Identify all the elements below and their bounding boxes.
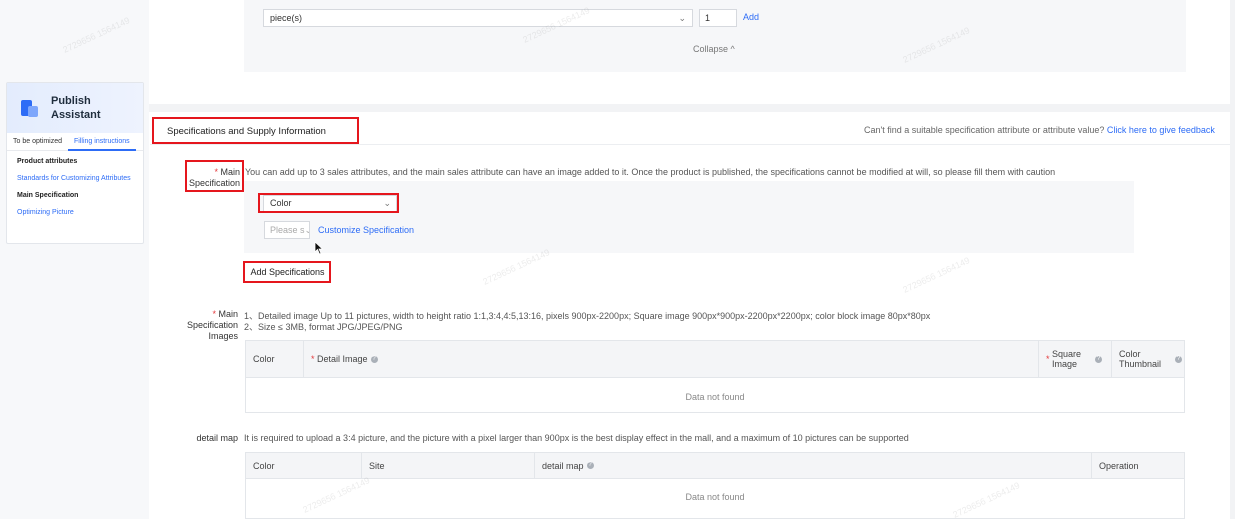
table-header: Color Site detail map? Operation <box>246 453 1184 479</box>
publish-assistant-panel: Publish Assistant To be optimized Fillin… <box>6 82 144 244</box>
unit-select-value: piece(s) <box>270 13 303 23</box>
tab-filling-instructions[interactable]: Filling instructions <box>68 133 136 151</box>
assistant-item-optimizing-picture[interactable]: Optimizing Picture <box>17 208 133 217</box>
tab-to-be-optimized[interactable]: To be optimized <box>7 133 68 151</box>
column-color: Color <box>246 341 304 377</box>
feedback-prompt: Can't find a suitable specification attr… <box>864 125 1215 135</box>
assistant-logo-icon <box>21 98 39 118</box>
table-header: Color * Detail Image? * Square Image ? Co… <box>246 341 1184 378</box>
help-icon[interactable]: ? <box>1175 355 1183 363</box>
highlight-box-main-specification <box>185 160 244 192</box>
column-detail-map: detail map? <box>535 453 1092 478</box>
spec-images-rule-2: 2、Size ≤ 3MB, format JPG/JPEG/PNG <box>244 322 403 332</box>
column-detail-image: * Detail Image? <box>304 341 1039 377</box>
highlight-box-section-title <box>152 117 359 144</box>
specification-value-select[interactable]: Please s⌄ <box>264 221 310 239</box>
column-color-thumbnail: Color Thumbnail ? <box>1119 349 1183 369</box>
assistant-tabs: To be optimized Filling instructions <box>7 133 143 151</box>
collapse-link[interactable]: Collapse ^ <box>693 44 735 54</box>
assistant-item-standards[interactable]: Standards for Customizing Attributes <box>17 174 133 183</box>
help-icon[interactable]: ? <box>586 462 594 469</box>
help-icon[interactable]: ? <box>370 355 378 363</box>
highlight-box-color-select <box>258 193 399 213</box>
feedback-link[interactable]: Click here to give feedback <box>1107 125 1215 135</box>
column-operation: Operation <box>1099 460 1139 471</box>
detail-map-table: Color Site detail map? Operation Data no… <box>245 452 1185 519</box>
quantity-input[interactable]: 1 <box>699 9 737 27</box>
assistant-title: Publish Assistant <box>51 95 101 121</box>
mouse-cursor-icon <box>314 241 324 255</box>
empty-state: Data not found <box>685 392 745 402</box>
assistant-list: Product attributes Standards for Customi… <box>7 151 143 231</box>
highlight-box-add-specifications <box>243 261 331 283</box>
unit-select[interactable]: piece(s) ⌄ <box>263 9 693 27</box>
column-site: Site <box>362 453 535 478</box>
assistant-item-main-specification: Main Specification <box>17 192 79 199</box>
help-icon[interactable]: ? <box>1095 355 1103 363</box>
detail-map-label: detail map <box>196 433 238 443</box>
main-specification-description: You can add up to 3 sales attributes, an… <box>245 167 1056 177</box>
assistant-header: Publish Assistant <box>7 83 143 133</box>
feedback-text: Can't find a suitable specification attr… <box>864 125 1105 135</box>
spec-images-label: * Main Specification Images <box>186 309 238 341</box>
divider <box>150 144 1230 145</box>
specification-editor-area <box>244 181 1134 253</box>
left-rail <box>0 0 149 519</box>
column-square-image: * Square Image ? <box>1039 341 1112 377</box>
add-quantity-link[interactable]: Add <box>743 12 759 22</box>
column-color: Color <box>246 453 362 478</box>
empty-state: Data not found <box>685 492 745 502</box>
detail-map-description: It is required to upload a 3:4 picture, … <box>244 433 909 443</box>
customize-specification-link[interactable]: Customize Specification <box>318 225 414 235</box>
chevron-down-icon: ⌄ <box>678 13 686 23</box>
spec-images-table: Color * Detail Image? * Square Image ? Co… <box>245 340 1185 413</box>
assistant-item-product-attributes: Product attributes <box>17 158 78 165</box>
